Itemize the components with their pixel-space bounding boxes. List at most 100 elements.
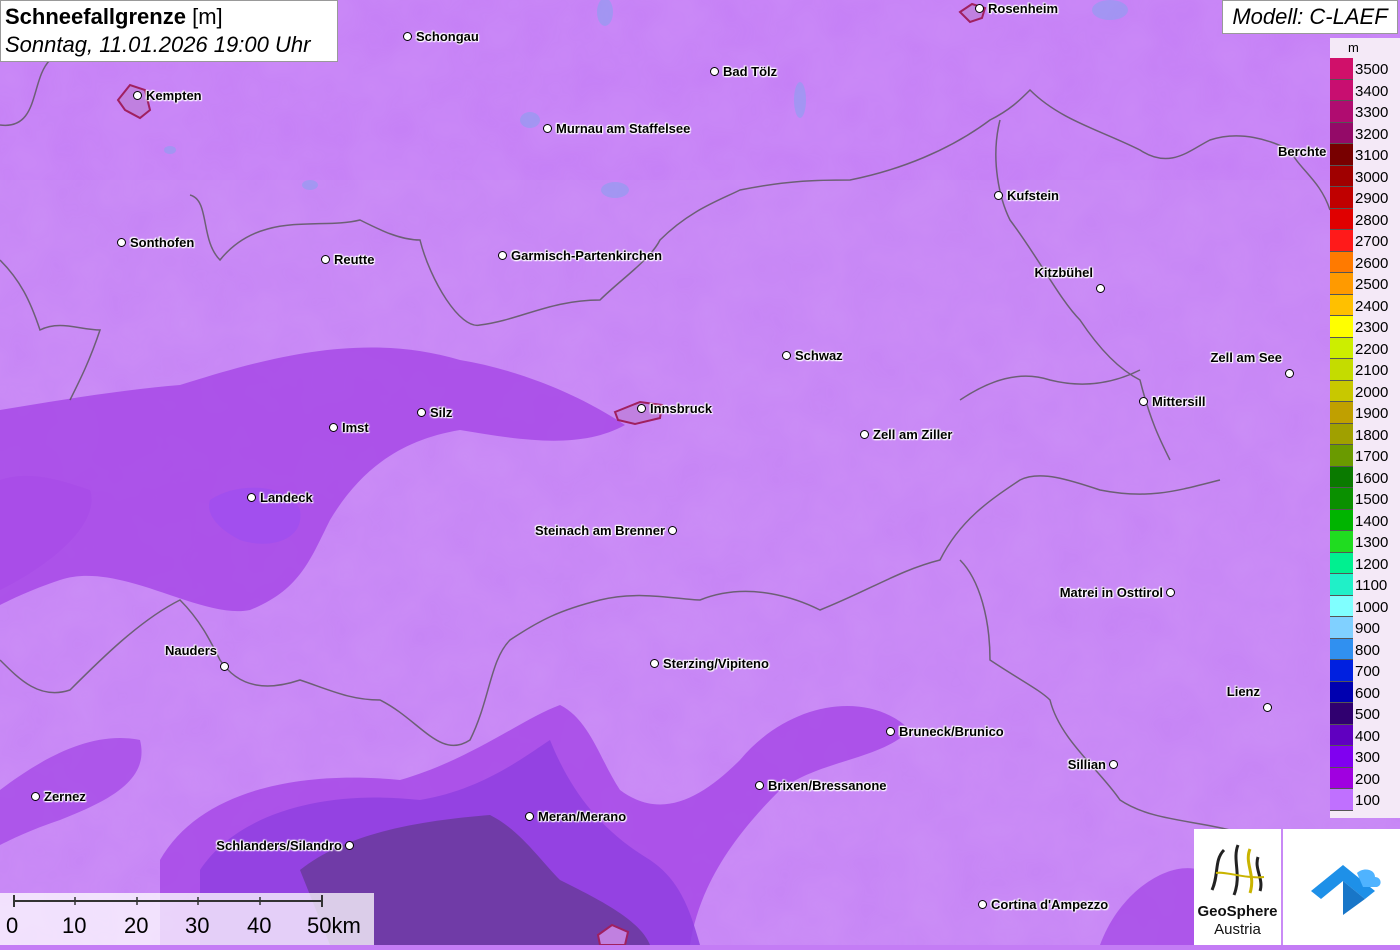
city-marker: [1139, 397, 1148, 406]
legend-swatch: [1330, 230, 1353, 252]
legend-swatch: [1330, 359, 1353, 381]
legend-swatch: [1330, 509, 1353, 531]
legend-swatch: [1330, 767, 1353, 789]
legend-label: 3200: [1355, 125, 1389, 143]
legend-label: 1000: [1355, 598, 1389, 616]
legend-label: 3100: [1355, 147, 1389, 164]
scale-tick-10: 10: [62, 913, 87, 938]
legend-label: 1800: [1355, 426, 1389, 444]
city-marker: [860, 430, 869, 439]
legend-entry: 700: [1330, 660, 1400, 682]
legend-entry: 1600: [1330, 466, 1400, 488]
legend-unit: m: [1348, 40, 1359, 55]
city-label: Schongau: [416, 29, 479, 44]
city-marker: [782, 351, 791, 360]
legend-swatch: [1330, 208, 1353, 230]
city-marker: [1285, 369, 1294, 378]
legend-label: 3000: [1355, 168, 1389, 186]
legend-label: 1700: [1355, 448, 1389, 465]
legend-swatch: [1330, 58, 1353, 80]
legend-swatch: [1330, 595, 1353, 617]
legend-swatch: [1330, 746, 1353, 768]
legend-label: 2200: [1355, 340, 1389, 358]
city-label: Lienz: [1226, 684, 1260, 699]
city-marker: [117, 238, 126, 247]
legend-swatch: [1330, 466, 1353, 488]
scale-tick-20: 20: [124, 913, 149, 938]
app-logo[interactable]: [1283, 829, 1400, 945]
legend-entry: 2000: [1330, 380, 1400, 402]
legend-label: 1600: [1355, 469, 1389, 487]
legend-label: 3300: [1355, 104, 1389, 121]
city-label: Berchte: [1278, 144, 1327, 159]
legend-label: 700: [1355, 663, 1381, 680]
legend: m 3500 3400 3300 3200 3100 3000 2900 2800 2700 26…: [1330, 38, 1400, 818]
city-marker: [525, 812, 534, 821]
legend-label: 2100: [1355, 362, 1389, 379]
scale-tick-30: 30: [185, 913, 210, 938]
legend-swatch: [1330, 445, 1353, 467]
legend-entry: 2800: [1330, 208, 1400, 230]
legend-entry: 2200: [1330, 337, 1400, 359]
legend-label: 1900: [1355, 405, 1389, 422]
city-marker: [247, 493, 256, 502]
legend-entry: 1800: [1330, 423, 1400, 445]
legend-swatch: [1330, 617, 1353, 639]
legend-entry: 3200: [1330, 122, 1400, 144]
legend-swatch: [1330, 402, 1353, 424]
title-unit: [m]: [192, 4, 223, 29]
city-label: Sonthofen: [130, 235, 195, 250]
city-label: Zernez: [44, 789, 86, 804]
legend-entry: 3100: [1330, 144, 1400, 166]
legend-label: 100: [1355, 792, 1381, 809]
city-marker: [321, 255, 330, 264]
legend-swatch: [1330, 144, 1353, 166]
city-marker: [994, 191, 1003, 200]
scale-tick-0: 0: [6, 913, 19, 938]
legend-label: 900: [1355, 620, 1381, 637]
city-label: Kitzbühel: [1034, 265, 1094, 280]
city-label: Cortina d'Ampezzo: [991, 897, 1109, 912]
city-label: Matrei in Osttirol: [1059, 585, 1163, 600]
legend-swatch: [1330, 122, 1353, 144]
legend-entry: 1400: [1330, 509, 1400, 531]
legend-entry: 1500: [1330, 488, 1400, 510]
city-label: Schlanders/Silandro: [216, 838, 342, 853]
city-label: Sillian: [1067, 757, 1106, 772]
city-marker: [417, 408, 426, 417]
city-label: Brixen/Bressanone: [768, 778, 887, 793]
legend-entry: 2100: [1330, 359, 1400, 381]
city-marker: [31, 792, 40, 801]
geosphere-logo-line1: GeoSphere: [1197, 903, 1278, 920]
city-marker: [978, 900, 987, 909]
geosphere-emblem-icon: [1210, 844, 1265, 896]
legend-swatch: [1330, 488, 1353, 510]
map-datetime: Sonntag, 11.01.2026 19:00 Uhr: [5, 32, 311, 57]
legend-entry: 3500: [1330, 58, 1400, 80]
city-marker: [1263, 703, 1272, 712]
scale-tick-40: 40: [247, 913, 272, 938]
legend-label: 1300: [1355, 534, 1389, 551]
legend-label: 2900: [1355, 190, 1389, 207]
legend-entry: 500: [1330, 703, 1400, 725]
city-label: Rosenheim: [988, 1, 1059, 16]
city-label: Sterzing/Vipiteno: [663, 656, 769, 671]
legend-entry: 2700: [1330, 230, 1400, 252]
legend-label: 1400: [1355, 512, 1389, 530]
legend-entry: 1200: [1330, 552, 1400, 574]
city-marker: [1109, 760, 1118, 769]
legend-label: 2800: [1355, 211, 1389, 229]
legend-label: 1500: [1355, 491, 1389, 508]
legend-swatch: [1330, 316, 1353, 338]
geosphere-logo[interactable]: GeoSphere Austria: [1194, 829, 1281, 945]
legend-entry: 2600: [1330, 251, 1400, 273]
legend-swatch: [1330, 187, 1353, 209]
scale-tick-50km: 50km: [307, 913, 361, 938]
city-marker: [637, 404, 646, 413]
city-marker: [329, 423, 338, 432]
title-main: Schneefallgrenze: [5, 4, 186, 29]
legend-label: 3400: [1355, 82, 1389, 100]
legend-entry: 3300: [1330, 101, 1400, 123]
city-marker: [886, 727, 895, 736]
legend-swatch: [1330, 789, 1353, 811]
